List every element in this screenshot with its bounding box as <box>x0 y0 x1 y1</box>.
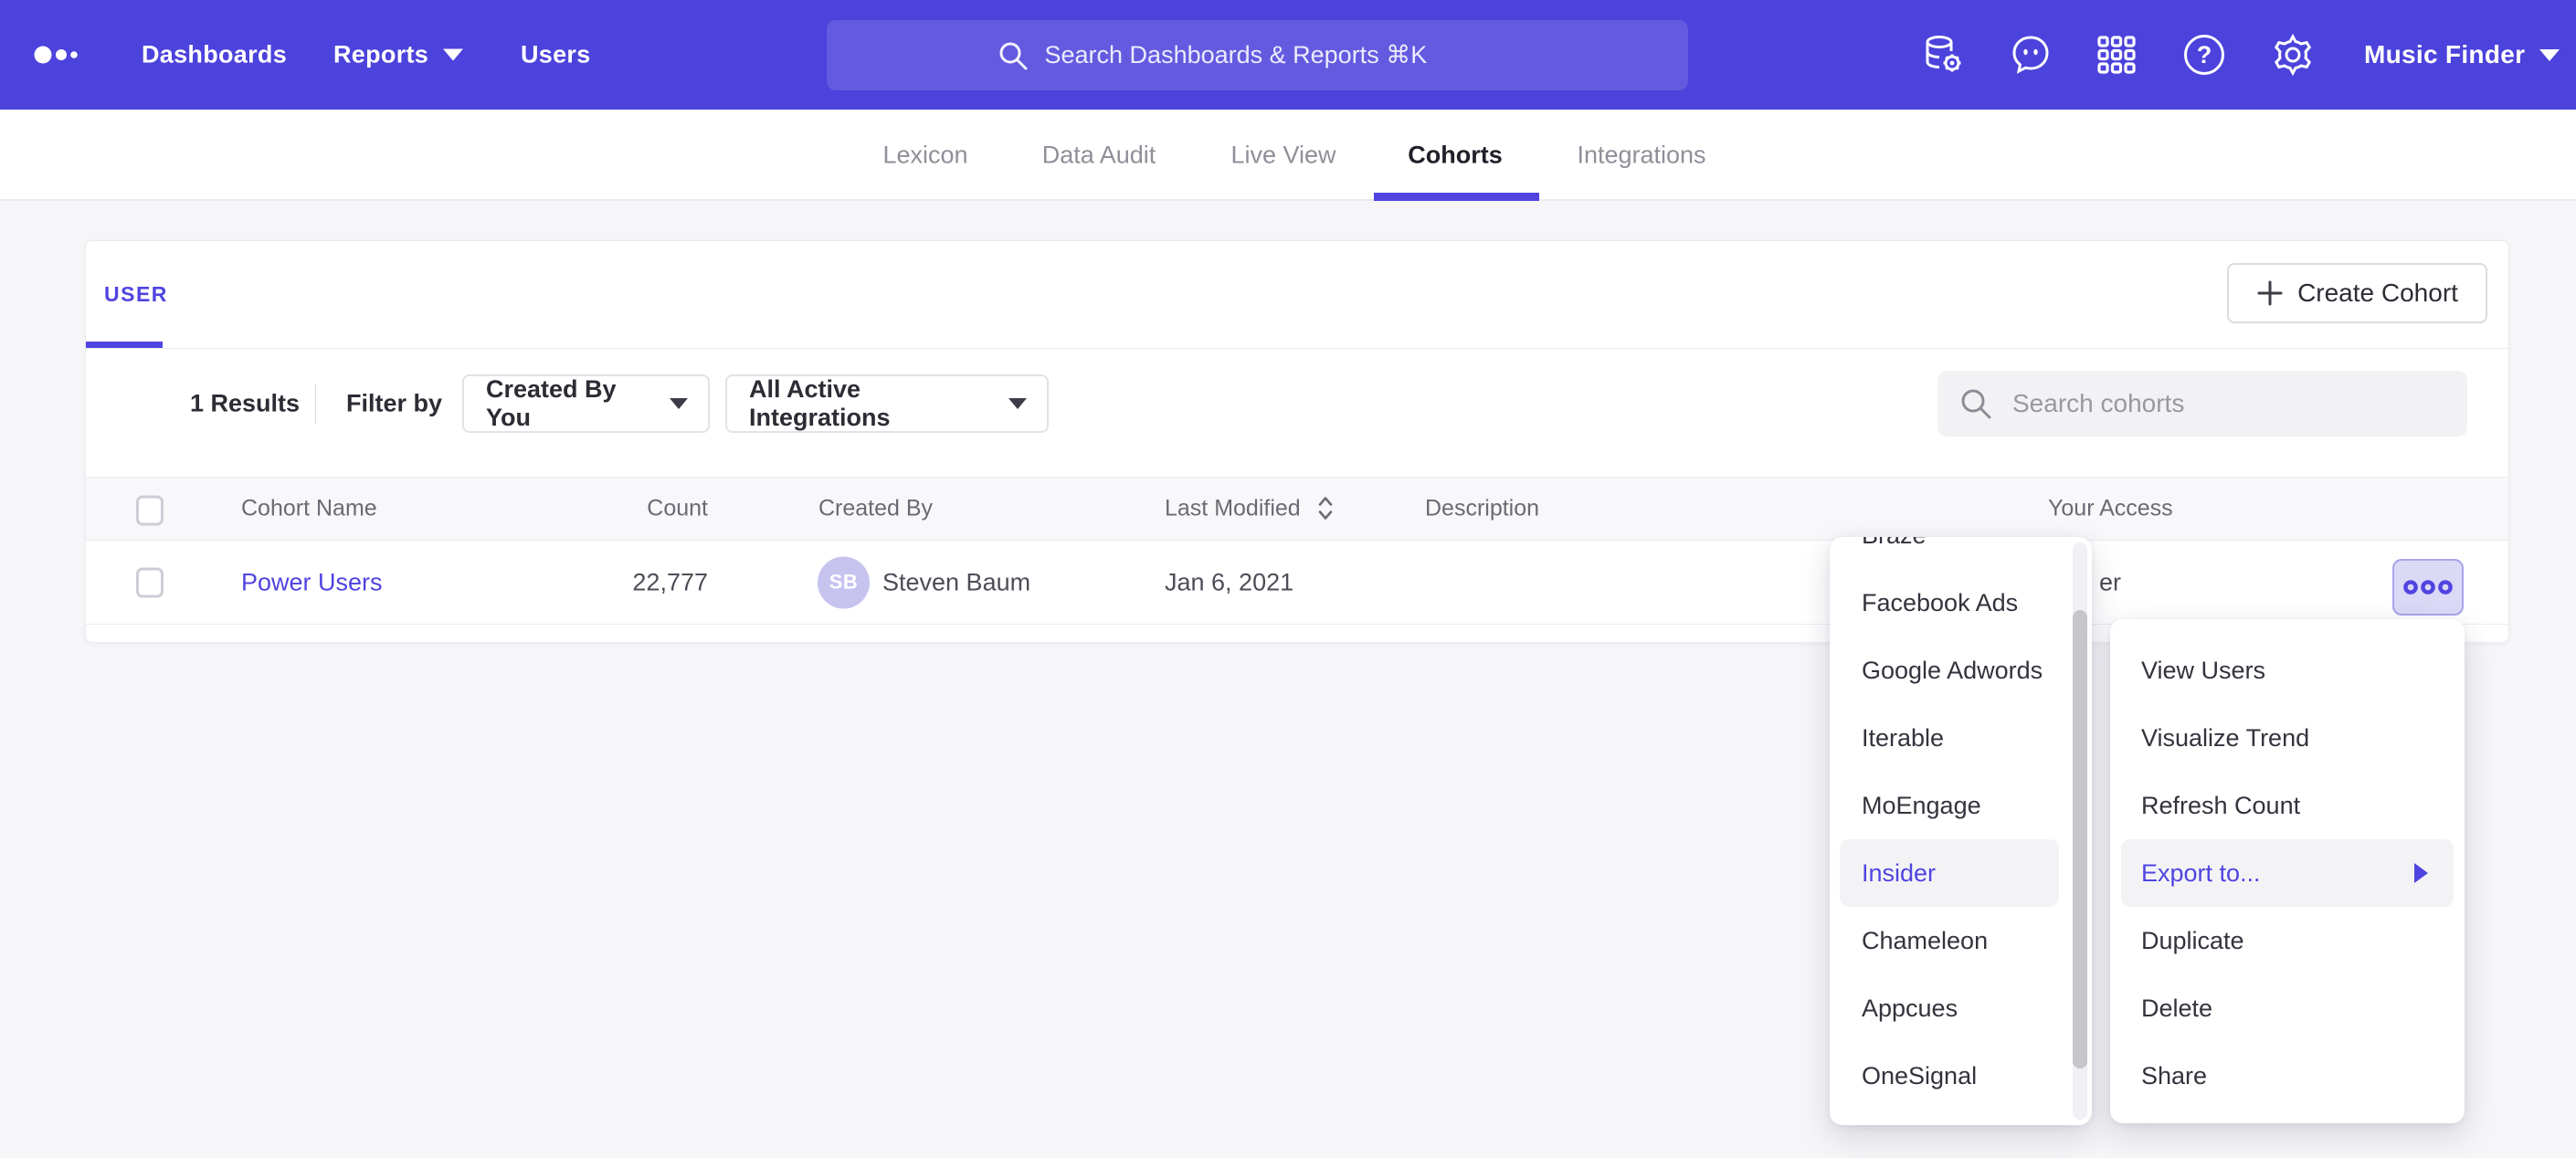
export-destinations-menu: Braze Facebook Ads Google Adwords Iterab… <box>1830 537 2092 1125</box>
search-icon <box>1959 387 1992 420</box>
cohort-name-link[interactable]: Power Users <box>241 568 383 596</box>
row-checkbox[interactable] <box>136 567 164 597</box>
tab-lexicon[interactable]: Lexicon <box>882 142 967 170</box>
sort-icon <box>1316 496 1335 521</box>
submenu-item-chameleon[interactable]: Chameleon <box>1840 907 2059 974</box>
submenu-arrow-icon <box>2414 863 2428 883</box>
cohorts-card: USER Create Cohort 1 Results Filter by C… <box>85 240 2509 643</box>
menu-item-duplicate[interactable]: Duplicate <box>2121 907 2454 974</box>
select-all-checkbox[interactable] <box>136 496 164 526</box>
nav-item-dashboards[interactable]: Dashboards <box>142 41 287 69</box>
menu-item-visualize-trend[interactable]: Visualize Trend <box>2121 704 2454 772</box>
cohort-search[interactable] <box>1937 371 2467 437</box>
submenu-item-onesignal[interactable]: OneSignal <box>1840 1042 2059 1110</box>
menu-item-refresh-count[interactable]: Refresh Count <box>2121 772 2454 839</box>
chevron-down-icon <box>2539 49 2560 61</box>
col-count: Count <box>579 496 708 522</box>
row-context-menu: View Users Visualize Trend Refresh Count… <box>2110 619 2465 1123</box>
cohort-search-input[interactable] <box>2011 388 2394 419</box>
data-management-icon[interactable] <box>1920 32 1966 78</box>
brand-logo-icon[interactable] <box>33 33 84 77</box>
integrations-filter[interactable]: All Active Integrations <box>725 374 1049 433</box>
results-count: 1 Results <box>190 390 300 418</box>
menu-item-delete[interactable]: Delete <box>2121 974 2454 1042</box>
col-cohort-name: Cohort Name <box>241 496 377 522</box>
nav-item-reports[interactable]: Reports <box>333 41 463 69</box>
search-icon <box>998 40 1029 71</box>
user-tab-underline <box>86 342 163 348</box>
row-actions-button[interactable] <box>2392 559 2464 616</box>
nav-item-users[interactable]: Users <box>521 41 591 69</box>
divider <box>315 384 316 424</box>
global-search-input[interactable] <box>1043 40 1518 70</box>
created-by-name: Steven Baum <box>882 568 1030 596</box>
menu-item-share[interactable]: Share <box>2121 1042 2454 1110</box>
col-your-access: Your Access <box>2048 496 2173 522</box>
submenu-item-appcues[interactable]: Appcues <box>1840 974 2059 1042</box>
section-tabbar: Lexicon Data Audit Live View Cohorts Int… <box>0 110 2576 201</box>
your-access-value-partial: er <box>2099 568 2121 596</box>
divider <box>86 348 2508 349</box>
col-created-by: Created By <box>818 496 933 522</box>
table-row: Power Users 22,777 SB Steven Baum Jan 6,… <box>86 541 2508 625</box>
top-nav: Dashboards Reports Users <box>0 0 2576 110</box>
more-options-icon <box>2402 579 2455 595</box>
menu-item-export-to[interactable]: Export to... <box>2121 839 2454 907</box>
active-tab-underline <box>1374 193 1539 201</box>
scrollbar-thumb[interactable] <box>2073 610 2087 1069</box>
feedback-chat-icon[interactable] <box>2008 32 2053 78</box>
plus-icon <box>2256 279 2284 307</box>
avatar: SB <box>818 556 870 608</box>
tab-integrations[interactable]: Integrations <box>1577 142 1705 170</box>
col-last-modified[interactable]: Last Modified <box>1165 496 1335 522</box>
tab-data-audit[interactable]: Data Audit <box>1042 142 1156 170</box>
settings-gear-icon[interactable] <box>2270 32 2316 78</box>
project-switcher[interactable]: Music Finder <box>2364 40 2560 69</box>
filter-by-label: Filter by <box>346 390 442 418</box>
tab-user-cohorts[interactable]: USER <box>104 282 168 307</box>
submenu-item-insider[interactable]: Insider <box>1840 839 2059 907</box>
chevron-down-icon <box>670 398 688 409</box>
create-cohort-button[interactable]: Create Cohort <box>2227 263 2487 323</box>
help-icon[interactable]: ? <box>2181 32 2227 78</box>
apps-grid-icon[interactable] <box>2094 32 2139 78</box>
menu-item-view-users[interactable]: View Users <box>2121 637 2454 704</box>
global-search[interactable] <box>827 20 1688 90</box>
submenu-item-moengage[interactable]: MoEngage <box>1840 772 2059 839</box>
submenu-item-braze[interactable]: Braze <box>1840 537 2059 569</box>
cohort-count: 22,777 <box>543 568 708 596</box>
chevron-down-icon <box>1008 398 1027 409</box>
submenu-item-google-adwords[interactable]: Google Adwords <box>1840 637 2059 704</box>
tab-live-view[interactable]: Live View <box>1230 142 1336 170</box>
last-modified-date: Jan 6, 2021 <box>1165 568 1293 596</box>
submenu-item-facebook-ads[interactable]: Facebook Ads <box>1840 569 2059 637</box>
col-description: Description <box>1425 496 1539 522</box>
cohorts-page: Dashboards Reports Users <box>0 0 2576 1158</box>
chevron-down-icon <box>443 49 463 61</box>
tab-cohorts[interactable]: Cohorts <box>1408 142 1503 170</box>
created-by-filter[interactable]: Created By You <box>462 374 710 433</box>
submenu-item-iterable[interactable]: Iterable <box>1840 704 2059 772</box>
table-header: Cohort Name Count Created By Last Modifi… <box>86 477 2508 541</box>
